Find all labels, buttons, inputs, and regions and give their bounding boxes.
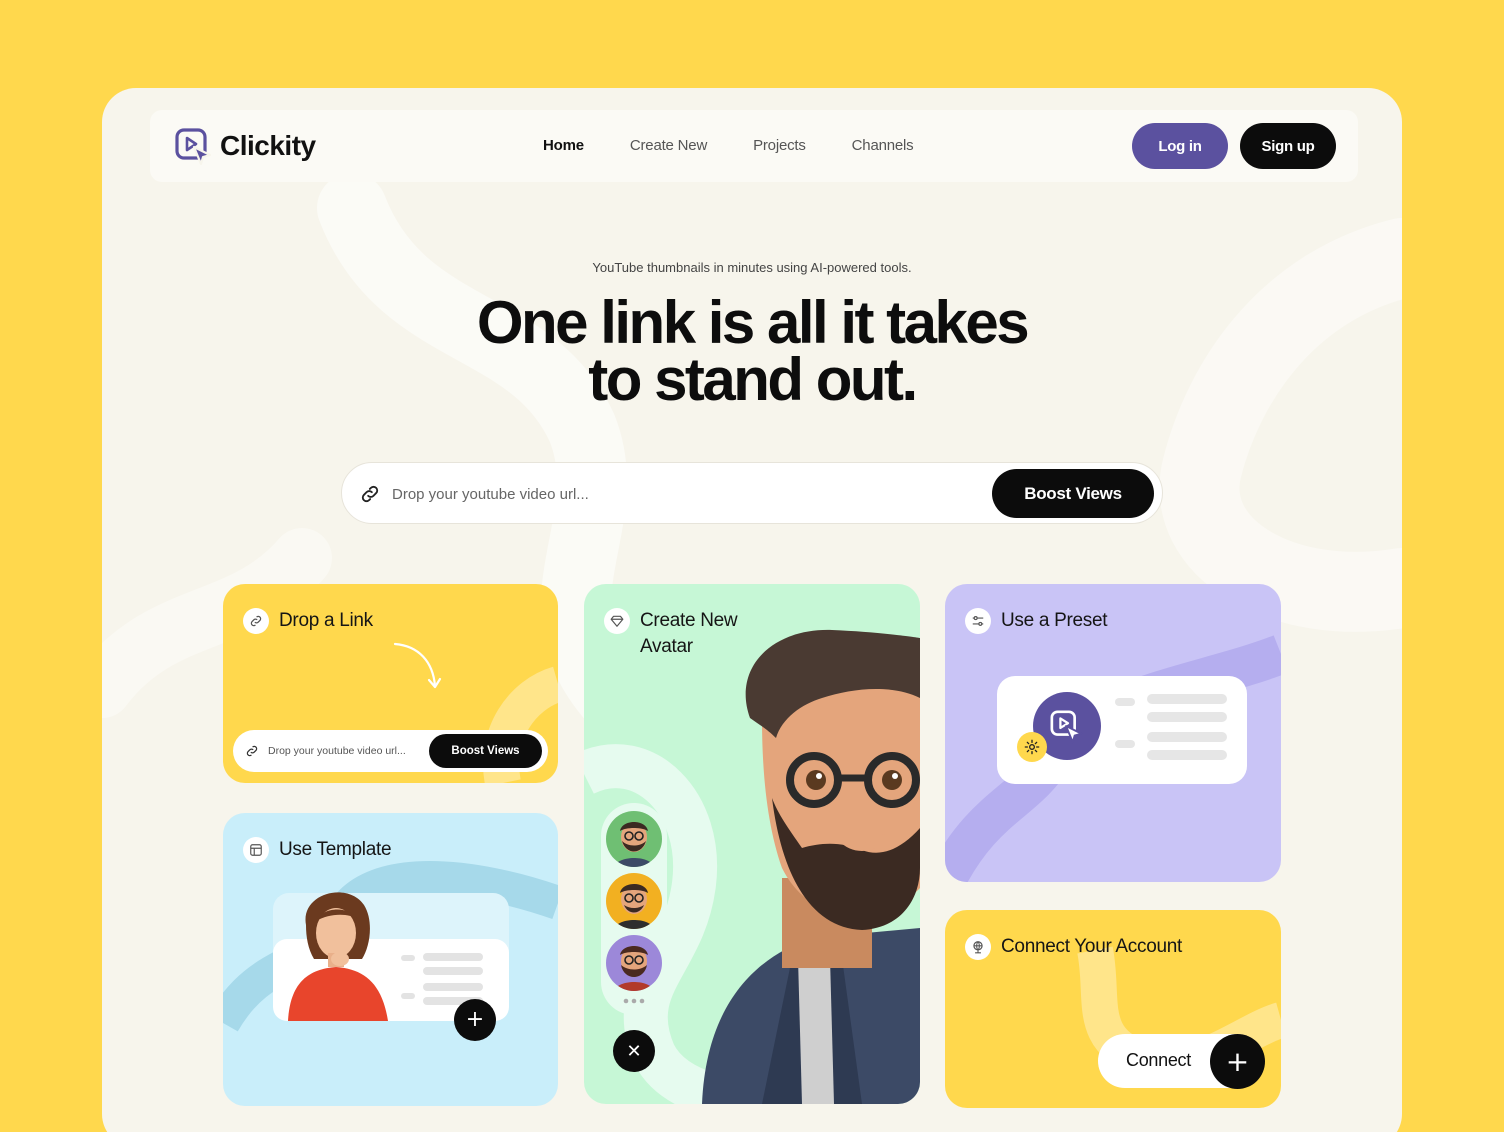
nav-links: Home Create New Projects Channels <box>543 137 959 154</box>
connect-card-title: Connect Your Account <box>1001 936 1182 957</box>
app-frame: Clickity Home Create New Projects Channe… <box>102 88 1402 1132</box>
woman-thinking-image <box>288 892 388 1021</box>
link-icon <box>243 608 269 634</box>
url-search-bar: Boost Views <box>341 462 1163 524</box>
nav-home[interactable]: Home <box>543 137 584 154</box>
curved-arrow-icon <box>393 642 442 689</box>
brand-logo[interactable]: Clickity <box>174 126 316 166</box>
add-template-button[interactable]: + <box>454 999 496 1041</box>
top-navbar: Clickity Home Create New Projects Channe… <box>150 110 1358 182</box>
boost-views-button[interactable]: Boost Views <box>992 469 1154 518</box>
avatar-thumbnail-2[interactable] <box>606 873 662 929</box>
nav-create-new[interactable]: Create New <box>630 137 707 154</box>
avatar-thumbnail-strip <box>601 803 667 1015</box>
template-card-title: Use Template <box>279 839 392 860</box>
globe-icon <box>965 934 991 960</box>
plus-icon: + <box>1210 1034 1265 1089</box>
sliders-icon <box>965 608 991 634</box>
drop-card-title: Drop a Link <box>279 610 373 631</box>
connect-account-card[interactable]: Connect Your Account Connect + <box>945 910 1281 1108</box>
hero-title: One link is all it takes to stand out. <box>352 293 1152 410</box>
hero-title-line2: to stand out. <box>588 346 918 413</box>
mini-boost-views-button[interactable]: Boost Views <box>429 734 542 768</box>
connect-card-header: Connect Your Account <box>965 934 1182 960</box>
link-icon <box>361 485 379 503</box>
template-icon <box>243 837 269 863</box>
hero-subtitle: YouTube thumbnails in minutes using AI-p… <box>592 260 912 275</box>
url-input[interactable] <box>392 475 972 513</box>
signup-button[interactable]: Sign up <box>1240 123 1336 169</box>
use-preset-card[interactable]: Use a Preset <box>945 584 1281 882</box>
more-dots-icon[interactable] <box>623 998 645 1004</box>
link-icon <box>246 745 258 757</box>
brand-logo-icon <box>175 128 212 166</box>
nav-projects[interactable]: Projects <box>753 137 806 154</box>
bearded-man-avatar <box>702 629 920 1104</box>
create-avatar-card[interactable]: Create New Avatar ✕ <box>584 584 920 1104</box>
drop-card-header: Drop a Link <box>243 608 373 634</box>
close-avatar-button[interactable]: ✕ <box>613 1030 655 1072</box>
use-template-card[interactable]: Use Template + <box>223 813 558 1106</box>
play-cursor-icon <box>1050 710 1083 744</box>
gear-icon <box>1024 739 1040 755</box>
brand-name: Clickity <box>220 130 316 161</box>
login-button[interactable]: Log in <box>1132 123 1228 169</box>
connect-button-label: Connect <box>1126 1050 1191 1070</box>
avatar-thumbnail-3[interactable] <box>606 935 662 991</box>
preset-card-header: Use a Preset <box>965 608 1108 634</box>
mini-url-input[interactable] <box>268 740 428 762</box>
template-card-header: Use Template <box>243 837 392 863</box>
avatar-card-title-line2: Avatar <box>640 636 693 657</box>
drop-link-card[interactable]: Drop a Link Boost Views <box>223 584 558 783</box>
mini-url-search: Boost Views <box>233 730 548 772</box>
connect-button[interactable]: Connect + <box>1098 1034 1265 1089</box>
diamond-icon <box>604 608 630 634</box>
preset-card-title: Use a Preset <box>1001 610 1108 631</box>
nav-channels[interactable]: Channels <box>852 137 914 154</box>
settings-badge[interactable] <box>1017 732 1047 762</box>
avatar-thumbnail-1[interactable] <box>606 811 662 867</box>
